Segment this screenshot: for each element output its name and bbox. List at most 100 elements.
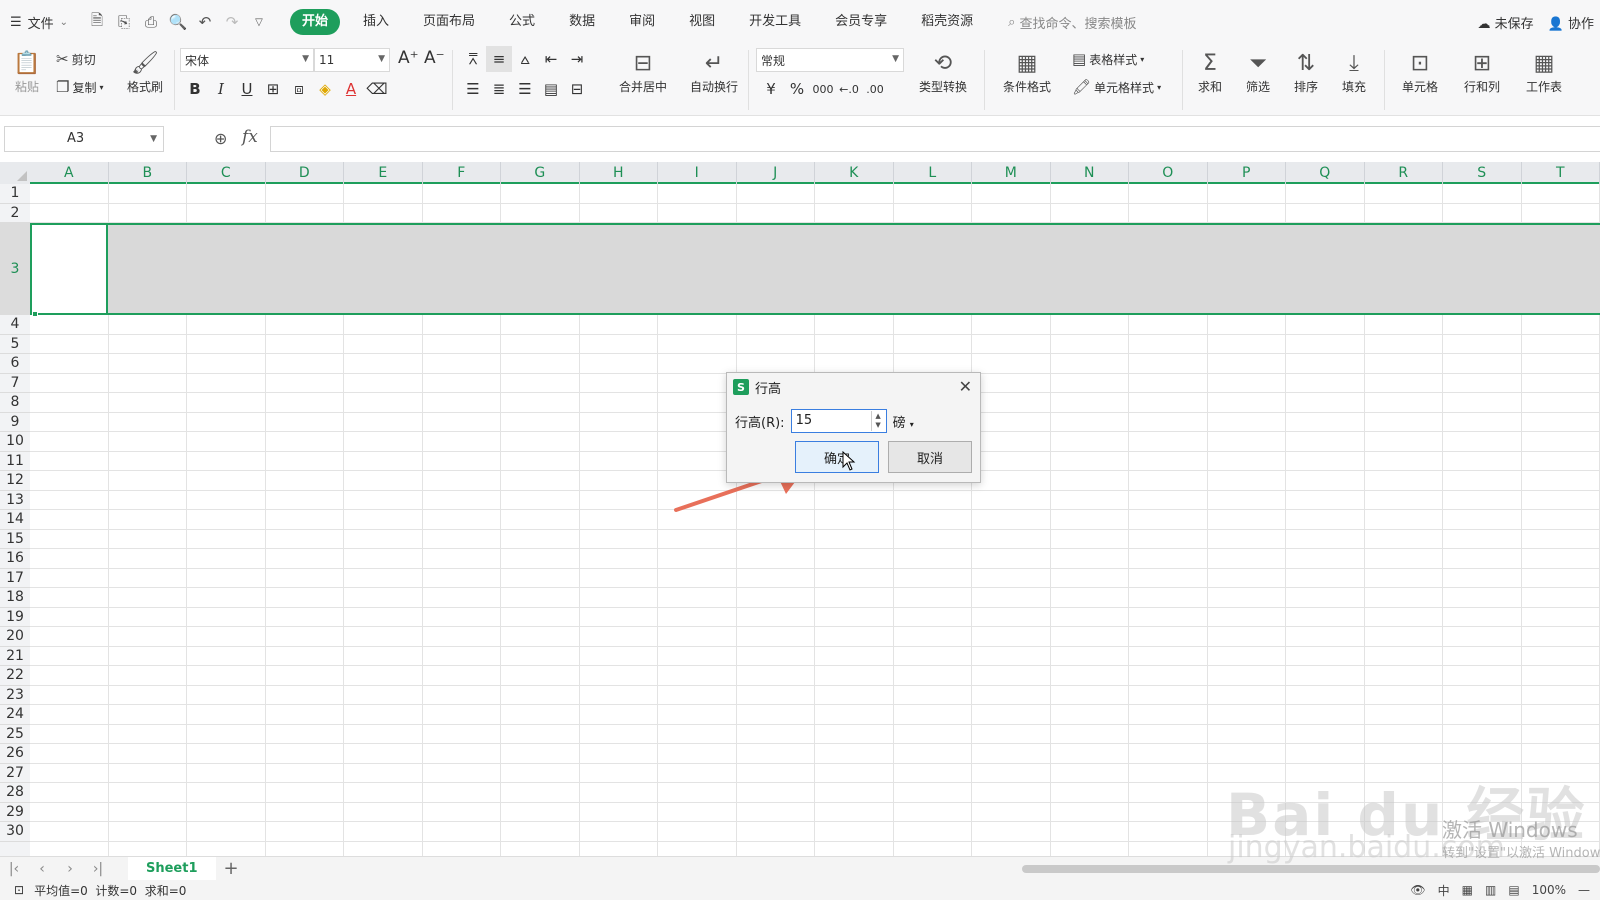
active-cell[interactable] xyxy=(30,223,108,315)
align-top-icon[interactable]: ⩞ xyxy=(460,46,486,72)
increase-decimal-icon[interactable]: ←.0 xyxy=(836,76,862,102)
cell-style-button[interactable]: 🖍 单元格样式 ▾ xyxy=(1072,78,1161,96)
row-header-6[interactable]: 6 xyxy=(0,354,30,374)
worksheet-button[interactable]: ▦ 工作表 xyxy=(1516,48,1572,95)
row-header-16[interactable]: 16 xyxy=(0,549,30,569)
column-header-a[interactable]: A xyxy=(30,162,109,184)
customize-dropdown-icon[interactable]: ▽ xyxy=(248,11,270,33)
collaborate-button[interactable]: 👤 协作 xyxy=(1548,13,1594,32)
merge-center-button[interactable]: ⊟ 合并居中 xyxy=(610,48,676,95)
row-header-24[interactable]: 24 xyxy=(0,705,30,725)
indent-decrease-icon[interactable]: ⇤ xyxy=(538,46,564,72)
row-header-26[interactable]: 26 xyxy=(0,744,30,764)
normal-view-icon[interactable]: ▦ xyxy=(1462,883,1473,897)
font-size-combo[interactable]: 11 ▼ xyxy=(314,48,390,72)
print-icon[interactable]: ⎙ xyxy=(140,11,162,33)
last-sheet-icon[interactable]: ›| xyxy=(84,861,112,877)
formula-input[interactable] xyxy=(270,126,1600,152)
row-header-25[interactable]: 25 xyxy=(0,725,30,744)
zoom-out-icon[interactable]: — xyxy=(1578,883,1590,897)
align-bottom-icon[interactable]: ⩟ xyxy=(512,46,538,72)
spin-down-icon[interactable]: ▼ xyxy=(875,421,880,430)
filter-button[interactable]: ⏷ 筛选 xyxy=(1236,48,1280,95)
cell-fill-pattern-icon[interactable]: ⧈ xyxy=(286,76,312,102)
tab-docer[interactable]: 稻壳资源 xyxy=(904,9,990,35)
zoom-level[interactable]: 100% xyxy=(1532,883,1566,897)
tab-developer[interactable]: 开发工具 xyxy=(732,9,818,35)
next-sheet-icon[interactable]: › xyxy=(56,861,84,877)
border-icon[interactable]: ⊞ xyxy=(260,76,286,102)
row-header-21[interactable]: 21 xyxy=(0,647,30,666)
thousands-button[interactable]: 000 xyxy=(810,76,836,102)
row-height-input[interactable]: 15 ▲ ▼ xyxy=(790,409,887,433)
input-method-icon[interactable]: 中 xyxy=(1438,882,1450,899)
cloud-unsaved[interactable]: ☁ 未保存 xyxy=(1478,13,1534,32)
justify-icon[interactable]: ▤ xyxy=(538,76,564,102)
row-header-19[interactable]: 19 xyxy=(0,608,30,627)
cell-grid[interactable] xyxy=(30,184,1600,856)
prev-sheet-icon[interactable]: ‹ xyxy=(28,861,56,877)
undo-icon[interactable]: ↶ xyxy=(194,11,216,33)
column-header-p[interactable]: P xyxy=(1208,162,1286,184)
row-header-15[interactable]: 15 xyxy=(0,530,30,549)
decrease-font-icon[interactable]: A⁻ xyxy=(424,48,445,68)
add-sheet-button[interactable]: + xyxy=(224,858,239,879)
wrap-text-button[interactable]: ↵ 自动换行 xyxy=(686,48,742,95)
close-icon[interactable]: ✕ xyxy=(959,377,972,396)
cell-button[interactable]: ⊡ 单元格 xyxy=(1392,48,1448,95)
row-header-22[interactable]: 22 xyxy=(0,666,30,686)
column-header-r[interactable]: R xyxy=(1365,162,1443,184)
format-painter-button[interactable]: 🖌 格式刷 xyxy=(122,48,168,95)
row-header-2[interactable]: 2 xyxy=(0,204,30,223)
sum-button[interactable]: Σ 求和 xyxy=(1188,48,1232,95)
unit-dropdown[interactable]: 磅 ▾ xyxy=(893,412,914,431)
print-preview-icon[interactable]: 🔍 xyxy=(167,11,189,33)
redo-icon[interactable]: ↷ xyxy=(221,11,243,33)
row-header-12[interactable]: 12 xyxy=(0,471,30,491)
align-middle-icon[interactable]: ≡ xyxy=(486,46,512,72)
page-layout-view-icon[interactable]: ▥ xyxy=(1485,883,1496,897)
copy-button[interactable]: ❐ 复制 ▾ xyxy=(56,78,103,96)
sort-button[interactable]: ⇅ 排序 xyxy=(1284,48,1328,95)
paste-button[interactable]: 📋 粘贴 xyxy=(8,48,46,95)
row-height-stepper[interactable]: ▲ ▼ xyxy=(870,411,885,431)
page-break-view-icon[interactable]: ▤ xyxy=(1508,883,1519,897)
file-menu[interactable]: ☰ 文件 ⌄ xyxy=(0,13,86,32)
column-header-k[interactable]: K xyxy=(815,162,894,184)
name-box[interactable]: A3 ▼ xyxy=(4,126,164,152)
sheet-tab-sheet1[interactable]: Sheet1 xyxy=(128,856,216,881)
column-header-q[interactable]: Q xyxy=(1286,162,1365,184)
bold-button[interactable]: B xyxy=(182,76,208,102)
save-icon[interactable]: 🗎 xyxy=(86,11,108,33)
conditional-format-button[interactable]: ▦ 条件格式 xyxy=(994,48,1060,95)
row-header-28[interactable]: 28 xyxy=(0,783,30,803)
font-color-icon[interactable]: A xyxy=(338,76,364,102)
row-header-9[interactable]: 9 xyxy=(0,413,30,432)
column-header-h[interactable]: H xyxy=(580,162,658,184)
row-header-3[interactable]: 3 xyxy=(0,223,30,315)
cancel-button[interactable]: 取消 xyxy=(888,441,972,473)
column-header-f[interactable]: F xyxy=(423,162,501,184)
row-header-7[interactable]: 7 xyxy=(0,374,30,393)
align-right-icon[interactable]: ☰ xyxy=(512,76,538,102)
tab-view[interactable]: 视图 xyxy=(672,9,732,35)
ok-button[interactable]: 确定 xyxy=(795,441,879,473)
align-left-icon[interactable]: ☰ xyxy=(460,76,486,102)
row-header-4[interactable]: 4 xyxy=(0,315,30,335)
italic-button[interactable]: I xyxy=(208,76,234,102)
cut-button[interactable]: ✂ 剪切 xyxy=(56,50,96,68)
zoom-in-icon[interactable]: ⊕ xyxy=(214,129,227,148)
tab-member[interactable]: 会员专享 xyxy=(818,9,904,35)
decrease-decimal-icon[interactable]: .00 xyxy=(862,76,888,102)
row-header-18[interactable]: 18 xyxy=(0,588,30,608)
font-name-combo[interactable]: 宋体 ▼ xyxy=(180,48,314,72)
fill-button[interactable]: ⤓ 填充 xyxy=(1332,48,1376,95)
tab-formulas[interactable]: 公式 xyxy=(492,9,552,35)
row-header-30[interactable]: 30 xyxy=(0,822,30,842)
row-header-20[interactable]: 20 xyxy=(0,627,30,647)
column-header-o[interactable]: O xyxy=(1129,162,1208,184)
type-convert-button[interactable]: ⟲ 类型转换 xyxy=(910,48,976,95)
row-header-1[interactable]: 1 xyxy=(0,184,30,204)
number-format-combo[interactable]: 常规 ▼ xyxy=(756,48,904,72)
row-header-23[interactable]: 23 xyxy=(0,686,30,705)
